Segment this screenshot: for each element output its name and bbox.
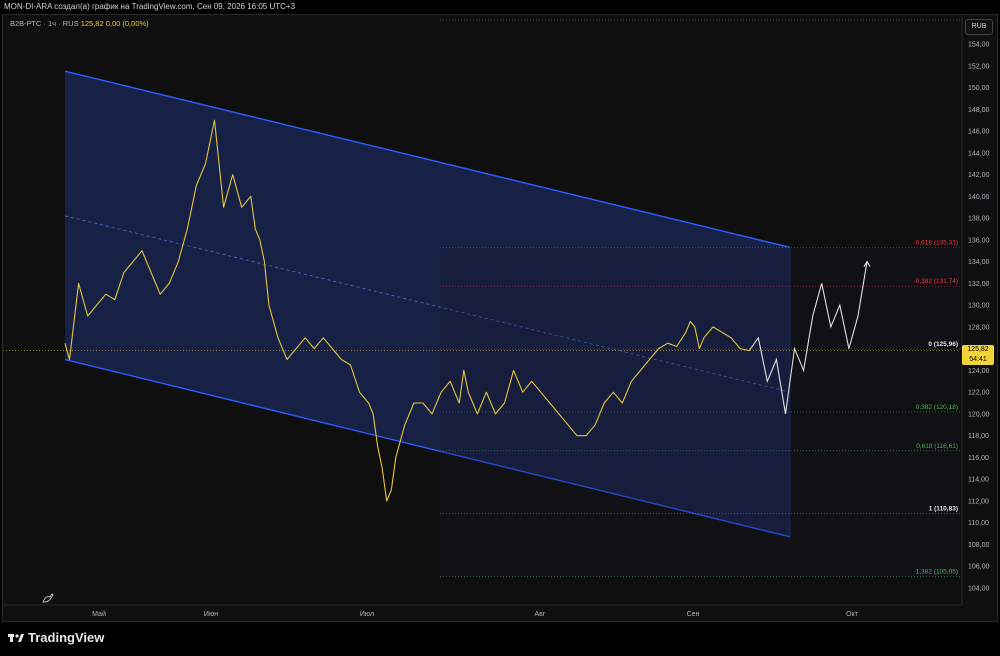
time-tick-label: Июн (204, 611, 218, 618)
tradingview-wordmark: TradingView (28, 630, 105, 645)
price-tick-label: 154,00 (968, 42, 990, 49)
legend-change: 0,00 (0,00%) (105, 19, 149, 28)
fib-level-label: -0,618 (135,31) (914, 239, 958, 246)
fib-level-label: -0,382 (131,74) (914, 278, 958, 285)
price-tick-label: 152,00 (968, 63, 990, 70)
price-tick-label: 142,00 (968, 172, 990, 179)
fib-level-label: 0,382 (120,18) (916, 404, 958, 411)
tradingview-logo-icon (8, 633, 24, 642)
price-tick-label: 148,00 (968, 107, 990, 114)
bar-countdown: 54:41 (969, 356, 987, 363)
price-tick-label: 114,00 (968, 477, 989, 484)
price-axis[interactable]: 104,00 106,00 108,00 110,00 112,00 114,00 116,… (961, 15, 990, 605)
price-tick-label: 132,00 (968, 281, 990, 288)
price-tick-label: 136,00 (968, 237, 990, 244)
price-tick-label: 144,00 (968, 150, 990, 157)
symbol-legend[interactable]: B2B-РТС · 1ч · RUS 125,82 0,00 (0,00%) (10, 19, 149, 28)
price-tick-label: 110,00 (968, 520, 989, 527)
time-tick-label: Авг (535, 611, 546, 618)
legend-symbol: B2B-РТС · 1ч · RUS (10, 19, 79, 28)
fib-level-label: 1,382 (105,05) (916, 569, 958, 576)
price-tick-label: 118,00 (968, 433, 989, 440)
tradingview-logo[interactable]: TradingView (8, 630, 104, 645)
price-tick-label: 128,00 (968, 324, 990, 331)
price-tick-label: 124,00 (968, 368, 990, 375)
price-tick-label: 104,00 (968, 586, 990, 593)
price-tick-label: 120,00 (968, 411, 990, 418)
price-tick-label: 112,00 (968, 498, 989, 505)
legend-price: 125,82 (80, 19, 104, 28)
price-tick-label: 130,00 (968, 303, 990, 310)
fib-level-label: 0,618 (116,61) (916, 443, 958, 450)
price-tick-label: 116,00 (968, 455, 989, 462)
footer-bar (0, 622, 1000, 656)
last-price-tag: 125,82 54:41 (962, 345, 994, 365)
time-tick-label: Июл (360, 611, 374, 618)
price-tick-label: 150,00 (968, 85, 990, 92)
time-axis[interactable]: Май Июн Июл Авг Сен Окт (3, 604, 962, 618)
price-chart[interactable]: 104,00 106,00 108,00 110,00 112,00 114,00 116,… (0, 0, 1000, 656)
price-tick-label: 122,00 (968, 390, 990, 397)
price-tick-label: 138,00 (968, 216, 990, 223)
time-tick-label: Окт (846, 611, 859, 618)
price-tick-label: 108,00 (968, 542, 990, 549)
dino-icon[interactable] (40, 589, 56, 605)
fib-level-label: 1 (110,83) (929, 506, 958, 513)
price-tick-label: 106,00 (968, 564, 990, 571)
price-tick-label: 140,00 (968, 194, 990, 201)
currency-button[interactable]: RUB (965, 19, 993, 35)
price-tick-label: 146,00 (968, 129, 990, 136)
time-tick-label: Май (92, 610, 106, 618)
price-tick-label: 134,00 (968, 259, 990, 266)
last-price-value: 125,82 (967, 346, 989, 353)
fib-level-label: 0 (125,96) (928, 341, 958, 348)
time-tick-label: Сен (687, 611, 700, 618)
